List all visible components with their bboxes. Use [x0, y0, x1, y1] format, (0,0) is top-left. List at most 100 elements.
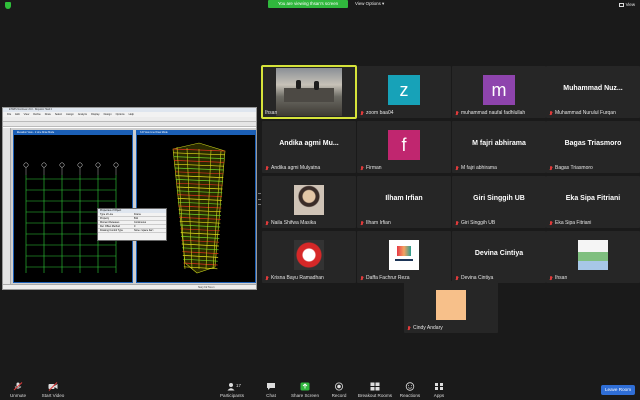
- participant-caption: Giri Singgih UB: [455, 220, 495, 226]
- participant-tile[interactable]: Cindy Andary: [404, 281, 498, 333]
- reactions-label: Reactions: [399, 393, 421, 398]
- panel-resize-handle[interactable]: [258, 193, 261, 205]
- view-options-button[interactable]: View Options ▾: [355, 0, 384, 8]
- participant-caption: Krisna Bayu Ramadhan: [265, 275, 324, 281]
- participant-display-name: Eka Sipa Fitriani: [565, 195, 621, 202]
- participant-profile-picture: [436, 290, 466, 320]
- record-icon: [334, 382, 344, 391]
- shared-menu-item: Edit: [15, 113, 20, 116]
- shared-menu-item: Design: [103, 113, 112, 116]
- reactions-button[interactable]: Reactions: [397, 382, 423, 398]
- participant-tile[interactable]: Devina Cintiya Devina Cintiya: [452, 231, 546, 283]
- participant-caption: muhammad naufal fadhlullah: [455, 110, 525, 116]
- participant-tile[interactable]: Ihsan: [261, 65, 357, 119]
- participant-name-label: Daffa Fachrur Reza: [366, 275, 410, 281]
- participant-caption: Andika agmi Mulyatna: [265, 165, 320, 171]
- record-button[interactable]: Record: [330, 382, 348, 398]
- leave-room-button[interactable]: Leave Room: [601, 385, 635, 395]
- participant-tile[interactable]: Krisna Bayu Ramadhan: [262, 231, 356, 283]
- participants-label: Participants: [219, 393, 244, 398]
- muted-microphone-icon: [360, 220, 364, 226]
- participant-tile[interactable]: Ilham Irfian Ilham Irfian: [357, 176, 451, 228]
- view-button-label: View: [625, 2, 635, 7]
- muted-microphone-icon: [455, 110, 459, 116]
- muted-microphone-icon: [549, 220, 553, 226]
- property-key: Type of Line: [100, 213, 114, 216]
- participant-tile[interactable]: Muhammad Nuz... Muhammad Nurulul Furqan: [546, 66, 640, 118]
- record-label: Record: [331, 393, 347, 398]
- security-shield-icon[interactable]: [5, 2, 11, 9]
- shared-menu-item: View: [23, 113, 30, 116]
- chat-button[interactable]: Chat: [263, 382, 279, 398]
- participants-count: 17: [236, 383, 241, 388]
- participant-name-label: Muhammad Nurulul Furqan: [555, 110, 616, 116]
- participant-tile[interactable]: Naila Shifwa Masika: [262, 176, 356, 228]
- participant-tile[interactable]: Andika agmi Mu... Andika agmi Mulyatna: [262, 121, 356, 173]
- chat-bubble-icon: [266, 382, 276, 391]
- shared-menu-item: File: [7, 113, 12, 116]
- participant-caption: Naila Shifwa Masika: [265, 220, 316, 226]
- participant-tile[interactable]: Ihsan: [546, 231, 640, 283]
- muted-microphone-icon: [455, 165, 459, 171]
- participant-tile[interactable]: Mmuhammad naufal fadhlullah: [452, 66, 546, 118]
- meeting-controls-bar: Unmute Start Video 17 Participants Chat …: [0, 378, 640, 400]
- participant-caption: zoom baa04: [360, 110, 394, 116]
- zoom-meeting-window: You are viewing Ihsan's screen View Opti…: [0, 0, 640, 400]
- breakout-rooms-button[interactable]: Breakout Rooms: [356, 382, 394, 398]
- property-key: Rel. Offset Method: [100, 225, 120, 228]
- participant-tile[interactable]: M fajri abhirama M fajri abhirama: [452, 121, 546, 173]
- participant-caption: Eka Sipa Fitriani: [549, 220, 591, 226]
- participant-avatar: M: [483, 75, 515, 105]
- participant-name-label: Ilham Irfian: [366, 220, 391, 226]
- participant-name-label: Naila Shifwa Masika: [271, 220, 317, 226]
- shared-menu-item: Help: [128, 113, 134, 116]
- participant-tile[interactable]: Zzoom baa04: [357, 66, 451, 118]
- participant-profile-picture: [389, 240, 419, 270]
- participant-name-label: Firman: [366, 165, 382, 171]
- muted-microphone-icon: [360, 275, 364, 281]
- unmute-button[interactable]: Unmute: [8, 382, 28, 398]
- participant-display-name: Devina Cintiya: [474, 250, 524, 257]
- share-screen-label: Share Screen: [290, 393, 320, 398]
- participant-avatar: Z: [388, 75, 420, 105]
- participant-tile[interactable]: Eka Sipa Fitriani Eka Sipa Fitriani: [546, 176, 640, 228]
- participant-name-label: zoom baa04: [366, 110, 394, 116]
- shared-menu-item: Options: [115, 113, 125, 116]
- apps-icon: [434, 382, 444, 391]
- elevation-grid-drawing: [23, 162, 119, 273]
- share-screen-button[interactable]: Share Screen: [290, 382, 320, 398]
- grid-view-icon: [618, 3, 624, 7]
- property-value: Frame: [134, 213, 141, 216]
- muted-microphone-icon: [265, 165, 269, 171]
- participant-tile[interactable]: Giri Singgih UB Giri Singgih UB: [452, 176, 546, 228]
- muted-microphone-icon: [455, 220, 459, 226]
- start-video-button[interactable]: Start Video: [40, 382, 66, 398]
- shared-screen[interactable]: ETABS Nonlinear v9.0 - fiksjustin Hasil …: [2, 107, 257, 290]
- participant-profile-picture: [294, 185, 324, 215]
- muted-microphone-icon: [265, 220, 269, 226]
- participant-tile[interactable]: Bagas Triasmoro Bagas Triasmoro: [546, 121, 640, 173]
- property-key: Drawing Control Type: [100, 229, 123, 232]
- view-button[interactable]: View: [618, 1, 635, 9]
- 3d-view-pane: 3-D View Line Draw Mode: [136, 130, 256, 283]
- shared-menu-item: Draw: [44, 113, 51, 116]
- participant-name-label: Ihsan: [555, 275, 568, 281]
- smiley-icon: [405, 382, 415, 391]
- apps-button[interactable]: Apps: [431, 382, 447, 398]
- participant-name-label: muhammad naufal fadhlullah: [461, 110, 526, 116]
- participant-name-label: Andika agmi Mulyatna: [271, 165, 321, 171]
- participant-name-label: Ihsan: [265, 110, 278, 116]
- shared-menu-item: Select: [54, 113, 63, 116]
- participant-caption: M fajri abhirama: [455, 165, 497, 171]
- participant-tile[interactable]: Daffa Fachrur Reza: [357, 231, 451, 283]
- participant-display-name: Andika agmi Mu...: [279, 140, 339, 147]
- shared-menu-item: Assign: [66, 113, 74, 116]
- participant-tile[interactable]: F Firman: [357, 121, 451, 173]
- muted-microphone-icon: [549, 275, 553, 281]
- camera-off-icon: [48, 382, 58, 391]
- participant-name-label: Giri Singgih UB: [461, 220, 496, 226]
- participants-button[interactable]: 17 Participants: [218, 382, 246, 398]
- properties-of-object-popup: Properties of Object Type of Line Frame Pr…: [97, 208, 167, 241]
- elevation-view-pane: Elevation View - 1 Line Draw Mode: [13, 130, 133, 283]
- participants-icon: 17: [227, 382, 242, 391]
